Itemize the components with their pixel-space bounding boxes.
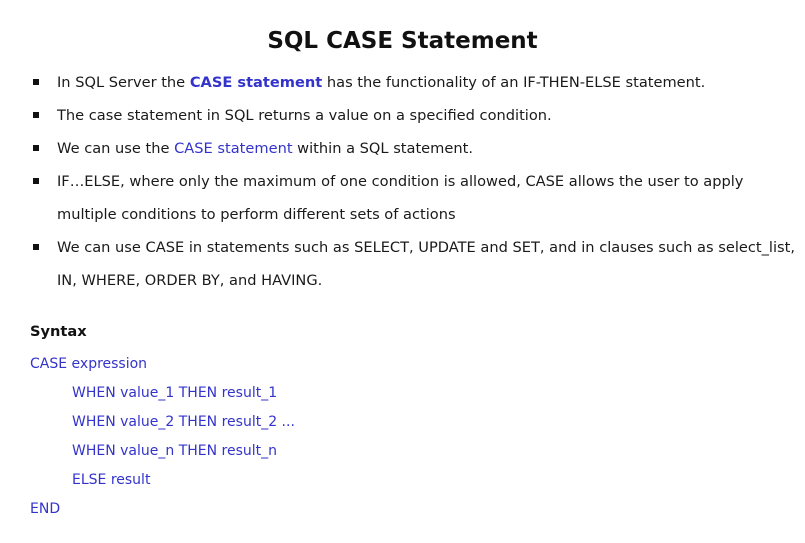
- syntax-heading: Syntax: [30, 323, 87, 340]
- keyword-highlight: CASE statement: [189, 74, 323, 91]
- slide: SQL CASE Statement In SQL Server the CAS…: [0, 0, 805, 543]
- bullet-text-pre: In SQL Server the: [57, 74, 190, 91]
- bullet-item: In SQL Server the CASE statement has the…: [33, 66, 803, 99]
- bullet-text-post: has the functionality of an IF-THEN-ELSE…: [322, 74, 706, 91]
- bullet-text-post: within a SQL statement.: [292, 140, 473, 157]
- code-line: WHEN value_2 THEN result_2 ...: [72, 414, 295, 430]
- code-line: CASE expression: [30, 356, 148, 372]
- keyword-highlight: CASE statement: [174, 140, 293, 157]
- page-title: SQL CASE Statement: [267, 28, 538, 54]
- bullet-square-icon: [33, 178, 39, 184]
- bullet-list: In SQL Server the CASE statement has the…: [33, 66, 803, 297]
- bullet-square-icon: [33, 145, 39, 151]
- bullet-square-icon: [33, 112, 39, 118]
- bullet-item: We can use CASE in statements such as SE…: [33, 231, 803, 297]
- syntax-code-block: CASE expression WHEN value_1 THEN result…: [30, 350, 295, 524]
- code-line: ELSE result: [72, 472, 151, 488]
- bullet-text: We can use CASE in statements such as SE…: [57, 239, 795, 289]
- code-line: WHEN value_1 THEN result_1: [72, 385, 278, 401]
- bullet-item: We can use the CASE statement within a S…: [33, 132, 803, 165]
- bullet-text: The case statement in SQL returns a valu…: [57, 107, 552, 124]
- code-line: WHEN value_n THEN result_n: [72, 443, 278, 459]
- bullet-item: IF…ELSE, where only the maximum of one c…: [33, 165, 803, 231]
- bullet-text: IF…ELSE, where only the maximum of one c…: [57, 173, 744, 223]
- code-line: END: [30, 501, 61, 517]
- bullet-square-icon: [33, 79, 39, 85]
- bullet-item: The case statement in SQL returns a valu…: [33, 99, 803, 132]
- bullet-text-pre: We can use the: [57, 140, 175, 157]
- bullet-square-icon: [33, 244, 39, 250]
